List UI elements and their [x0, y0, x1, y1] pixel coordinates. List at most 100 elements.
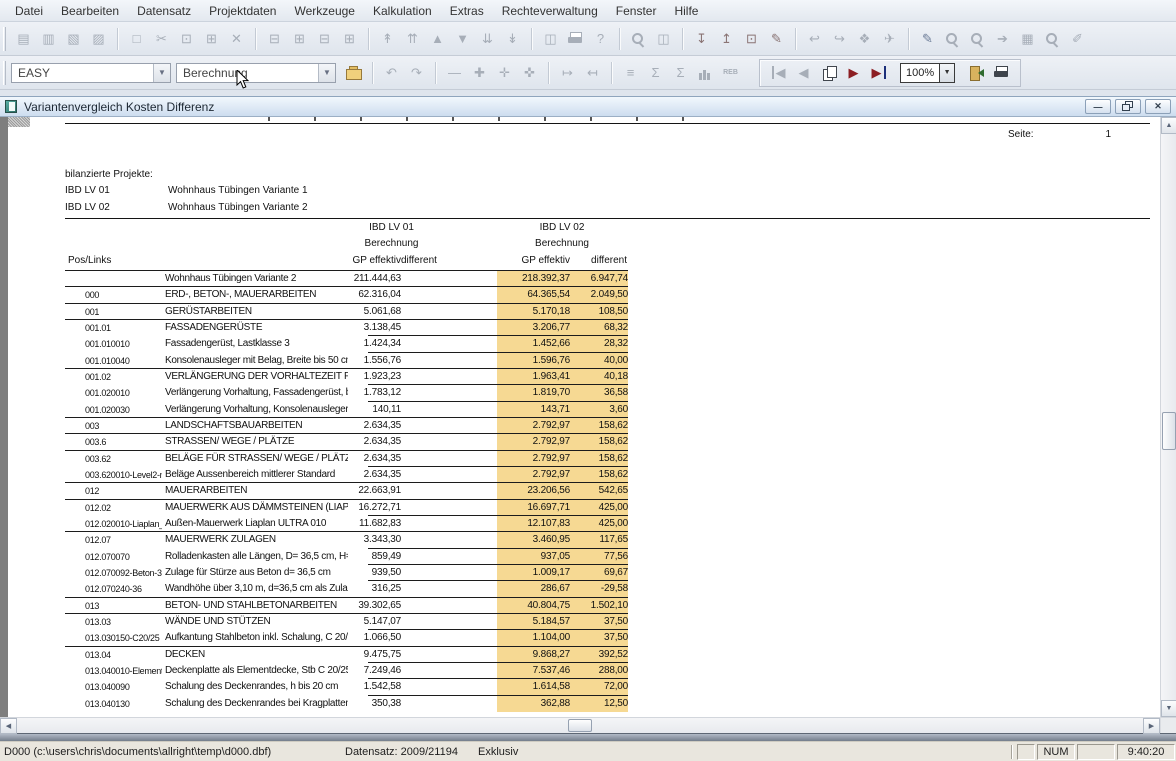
menu-werkzeuge[interactable]: Werkzeuge — [285, 0, 363, 21]
menu-projektdaten[interactable]: Projektdaten — [200, 0, 285, 21]
back-icon[interactable]: ↩ — [802, 26, 827, 51]
delete-icon[interactable]: ✕ — [224, 26, 249, 51]
report-design-icon[interactable]: ▤ — [11, 26, 36, 51]
copy-icon[interactable]: ⊡ — [174, 26, 199, 51]
toolbar-grip[interactable] — [3, 27, 6, 51]
tree-paste-icon[interactable]: ⊞ — [337, 26, 362, 51]
edit-report-icon[interactable]: ✎ — [764, 26, 789, 51]
print-report-icon[interactable] — [989, 60, 1014, 85]
first-record-icon[interactable]: ↟ — [375, 26, 400, 51]
menu-datensatz[interactable]: Datensatz — [128, 0, 200, 21]
scroll-left-icon[interactable]: ◀ — [0, 718, 17, 734]
vertical-scrollbar-thumb[interactable] — [1162, 412, 1176, 450]
menu-kalkulation[interactable]: Kalkulation — [364, 0, 441, 21]
page-down-icon[interactable]: ⇊ — [475, 26, 500, 51]
profile-combobox[interactable]: EASY ▼ — [11, 63, 171, 83]
record-up-icon[interactable]: ▲ — [425, 26, 450, 51]
cell-pos: 001.010040 — [65, 353, 162, 369]
forward-icon[interactable]: ↪ — [827, 26, 852, 51]
tile-windows-icon[interactable]: ❖ — [852, 26, 877, 51]
copy-report-icon[interactable]: ⊡ — [739, 26, 764, 51]
cell-pos: 001.020030 — [65, 402, 162, 418]
horizontal-scrollbar[interactable]: ◀ ▶ — [0, 717, 1160, 733]
scroll-down-icon[interactable]: ▼ — [1161, 700, 1176, 717]
demote-icon[interactable]: ↦ — [555, 60, 580, 85]
prev-page-icon[interactable]: ◀ — [791, 60, 816, 85]
outline-list-icon[interactable]: ≡ — [618, 60, 643, 85]
catalog-icon[interactable]: ▨ — [86, 26, 111, 51]
search-icon[interactable] — [626, 26, 651, 51]
cell-desc: WÄNDE UND STÜTZEN — [162, 614, 348, 630]
menu-rechteverwaltung[interactable]: Rechteverwaltung — [493, 0, 607, 21]
partial-sum-icon[interactable]: Σ — [643, 60, 668, 85]
print-icon[interactable] — [563, 26, 588, 51]
insert-position-icon[interactable]: ✛ — [492, 60, 517, 85]
cell-gp2: 1.596,76 — [497, 353, 570, 369]
sum-icon[interactable]: Σ — [668, 60, 693, 85]
redo-icon[interactable]: ↷ — [404, 60, 429, 85]
vertical-scrollbar[interactable]: ▲ ▼ — [1160, 117, 1176, 717]
last-page-icon[interactable]: ▶ — [866, 60, 891, 85]
image-icon[interactable]: ▧ — [61, 26, 86, 51]
scroll-up-icon[interactable]: ▲ — [1161, 117, 1176, 134]
new-record-icon[interactable]: □ — [124, 26, 149, 51]
close-preview-icon[interactable] — [964, 60, 989, 85]
table-view-icon[interactable]: ▦ — [1015, 26, 1040, 51]
table-row: 012.02MAUERWERK AUS DÄMMSTEINEN (LIAPOR1… — [65, 500, 628, 516]
send-icon[interactable]: ✈ — [877, 26, 902, 51]
cut-icon[interactable]: ✂ — [149, 26, 174, 51]
document-window-titlebar[interactable]: Variantenvergleich Kosten Differenz —✕ — [0, 96, 1176, 117]
open-report-icon[interactable] — [341, 60, 366, 85]
tree-copy-icon[interactable]: ⊞ — [287, 26, 312, 51]
cell-gp1: 1.556,76 — [348, 353, 401, 369]
copy-pages-icon[interactable] — [816, 60, 841, 85]
paste-icon[interactable]: ⊞ — [199, 26, 224, 51]
zoom-page-icon[interactable] — [965, 26, 990, 51]
chevron-down-icon[interactable]: ▼ — [318, 64, 335, 82]
export-data-icon[interactable]: ↥ — [714, 26, 739, 51]
horizontal-scrollbar-thumb[interactable] — [568, 719, 592, 732]
menu-extras[interactable]: Extras — [441, 0, 493, 21]
protocol-icon[interactable]: ▥ — [36, 26, 61, 51]
first-page-icon[interactable]: ◀ — [766, 60, 791, 85]
cell-desc: Beläge Aussenbereich mittlerer Standard — [162, 467, 348, 483]
tree-insert-icon[interactable]: ⊟ — [262, 26, 287, 51]
report-page[interactable]: Seite: 1 bilanzierte Projekte: IBD LV 01… — [8, 117, 1160, 717]
reb-icon[interactable]: REB — [718, 60, 743, 85]
close-button[interactable]: ✕ — [1145, 99, 1171, 114]
menu-hilfe[interactable]: Hilfe — [665, 0, 707, 21]
promote-icon[interactable]: ↤ — [580, 60, 605, 85]
chevron-down-icon[interactable]: ▼ — [939, 64, 954, 82]
remove-position-icon[interactable]: ― — [442, 60, 467, 85]
chevron-down-icon[interactable]: ▼ — [153, 64, 170, 82]
zoom-select-icon[interactable] — [1040, 26, 1065, 51]
menu-bearbeiten[interactable]: Bearbeiten — [52, 0, 128, 21]
chart-icon[interactable] — [693, 60, 718, 85]
zoom-combobox[interactable]: 100% ▼ — [900, 63, 955, 83]
page-up-icon[interactable]: ⇈ — [400, 26, 425, 51]
tree-level-icon[interactable]: ⊟ — [312, 26, 337, 51]
scroll-right-icon[interactable]: ▶ — [1143, 718, 1160, 734]
add-anchor-icon[interactable]: ✚ — [467, 60, 492, 85]
doc-transfer-icon[interactable]: ➔ — [990, 26, 1015, 51]
minimize-button[interactable]: — — [1085, 99, 1111, 114]
menu-datei[interactable]: Datei — [6, 0, 52, 21]
record-down-icon[interactable]: ▼ — [450, 26, 475, 51]
cell-diff2: 68,32 — [570, 320, 628, 336]
zoom-record-icon[interactable] — [940, 26, 965, 51]
view-combobox[interactable]: Berechnung ▼ — [176, 63, 336, 83]
next-page-icon[interactable]: ▶ — [841, 60, 866, 85]
undo-icon[interactable]: ↶ — [379, 60, 404, 85]
restore-button[interactable] — [1115, 99, 1141, 114]
menu-fenster[interactable]: Fenster — [607, 0, 666, 21]
annotate-icon[interactable]: ✐ — [1065, 26, 1090, 51]
help-icon[interactable]: ? — [588, 26, 613, 51]
edit-zoom-icon[interactable]: ✎ — [915, 26, 940, 51]
status-mode: Exklusiv — [478, 746, 1011, 758]
split-view-icon[interactable]: ◫ — [651, 26, 676, 51]
toolbar-grip[interactable] — [3, 61, 6, 85]
move-position-icon[interactable]: ✜ — [517, 60, 542, 85]
import-data-icon[interactable]: ↧ — [689, 26, 714, 51]
form-view-icon[interactable]: ◫ — [538, 26, 563, 51]
last-record-icon[interactable]: ↡ — [500, 26, 525, 51]
